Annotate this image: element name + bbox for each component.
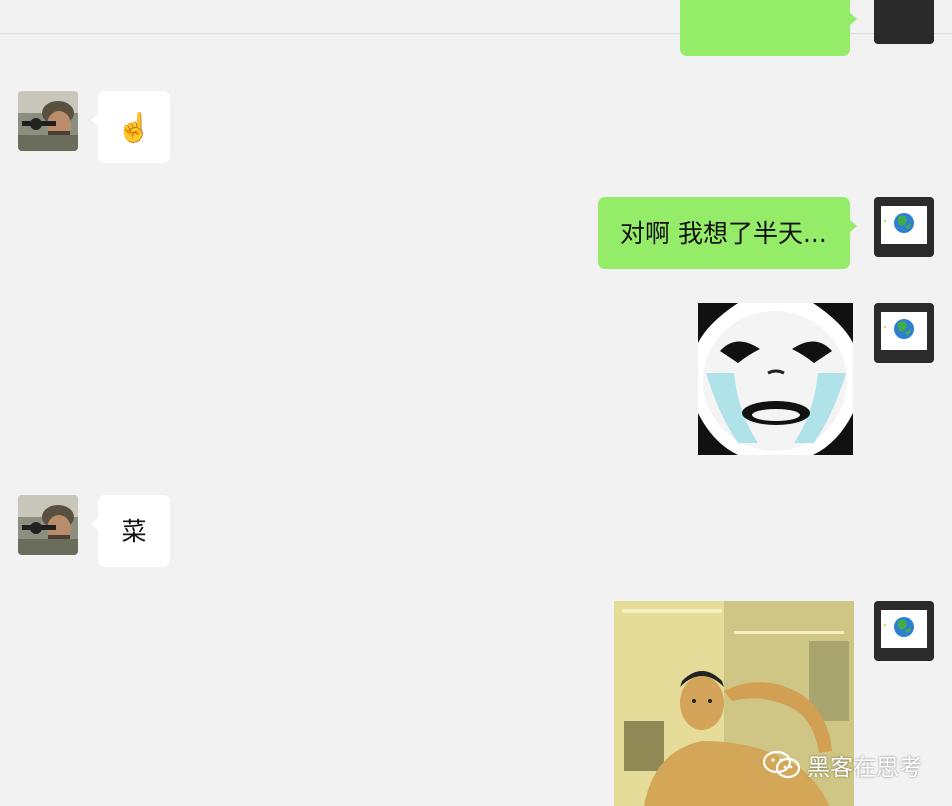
pointing-up-emoji-icon: ☝️ xyxy=(116,110,152,144)
watermark: 黑客在思考 xyxy=(763,748,922,782)
wechat-icon xyxy=(763,750,801,779)
message-text: 对啊 我想了半天... xyxy=(620,218,827,248)
watermark-text: 黑客在思考 xyxy=(807,755,922,781)
soldier-sniper-avatar-icon xyxy=(18,495,78,555)
earth-globe-avatar-icon xyxy=(874,197,934,257)
message-bubble-sent-partial[interactable] xyxy=(680,0,857,56)
soldier-sniper-avatar-icon xyxy=(18,91,78,151)
crying-panda-face-icon: ✿ xyxy=(698,303,853,455)
message-text: 菜 xyxy=(121,516,147,546)
my-avatar[interactable] xyxy=(874,303,934,363)
contact-avatar[interactable] xyxy=(18,91,78,151)
my-avatar[interactable] xyxy=(874,197,934,257)
contact-avatar[interactable] xyxy=(18,495,78,555)
my-avatar[interactable] xyxy=(874,601,934,661)
earth-globe-avatar-icon xyxy=(874,303,934,363)
my-avatar-partial[interactable] xyxy=(874,0,934,44)
message-bubble-received[interactable]: ☝️ xyxy=(91,91,170,163)
earth-globe-avatar-icon xyxy=(874,601,934,661)
svg-text:✿: ✿ xyxy=(828,442,836,452)
crying-panda-sticker[interactable]: ✿ xyxy=(698,303,853,455)
message-bubble-received[interactable]: 菜 xyxy=(91,495,170,567)
message-bubble-sent[interactable]: 对啊 我想了半天... xyxy=(598,197,857,269)
